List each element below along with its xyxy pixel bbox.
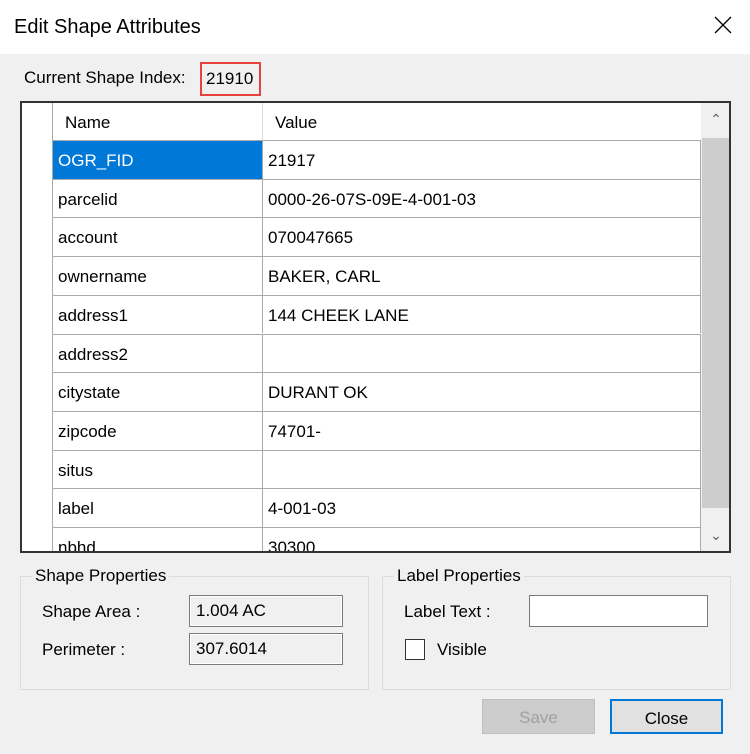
cell-value[interactable]: 0000-26-07S-09E-4-001-03 bbox=[263, 179, 701, 218]
table-row[interactable]: OGR_FID 21917 bbox=[53, 140, 701, 179]
label-text-input[interactable] bbox=[529, 595, 708, 627]
cell-name[interactable]: parcelid bbox=[53, 179, 263, 218]
cell-name[interactable]: OGR_FID bbox=[53, 141, 263, 179]
close-button[interactable]: Close bbox=[610, 699, 723, 734]
table-row[interactable]: account 070047665 bbox=[53, 217, 701, 257]
cell-value[interactable]: 21917 bbox=[263, 141, 701, 179]
label-properties-title: Label Properties bbox=[394, 566, 524, 586]
close-icon[interactable] bbox=[710, 12, 736, 38]
cell-name[interactable]: nbhd bbox=[53, 528, 263, 551]
table-row[interactable]: label 4-001-03 bbox=[53, 488, 701, 527]
table-row[interactable]: parcelid 0000-26-07S-09E-4-001-03 bbox=[53, 178, 701, 218]
cell-name[interactable]: zipcode bbox=[53, 411, 263, 450]
cell-value[interactable]: DURANT OK bbox=[263, 373, 701, 411]
visible-checkbox[interactable] bbox=[405, 639, 425, 660]
label-text-label: Label Text : bbox=[404, 602, 491, 621]
scroll-down-icon[interactable]: ⌄ bbox=[701, 527, 729, 544]
table-row[interactable]: zipcode 74701- bbox=[53, 410, 701, 450]
cell-value[interactable]: 30300 bbox=[263, 528, 701, 551]
title-bar: Edit Shape Attributes bbox=[0, 0, 750, 54]
cell-name[interactable]: account bbox=[53, 218, 263, 257]
table-row[interactable]: situs bbox=[53, 449, 701, 489]
cell-name[interactable]: address1 bbox=[53, 295, 263, 334]
cell-name[interactable]: address2 bbox=[53, 334, 263, 373]
shape-properties-title: Shape Properties bbox=[32, 566, 170, 586]
row-header-column bbox=[22, 103, 53, 551]
cell-value[interactable]: BAKER, CARL bbox=[263, 257, 701, 295]
cell-value[interactable] bbox=[263, 334, 701, 373]
attribute-grid[interactable]: Name Value OGR_FID 21917 parcelid 0000-26-0… bbox=[20, 101, 731, 553]
save-button[interactable]: Save bbox=[482, 699, 595, 734]
cell-value[interactable] bbox=[263, 450, 701, 489]
table-row[interactable]: address2 bbox=[53, 333, 701, 373]
vertical-scrollbar[interactable]: ⌃ ⌄ bbox=[701, 103, 729, 551]
shape-area-label: Shape Area : bbox=[42, 602, 141, 621]
shape-area-field[interactable]: 1.004 AC bbox=[189, 595, 343, 627]
current-index-value: 21910 bbox=[200, 62, 261, 96]
cell-name[interactable]: label bbox=[53, 489, 263, 527]
cell-value[interactable]: 070047665 bbox=[263, 218, 701, 257]
grid-header: Name Value bbox=[53, 103, 701, 140]
current-index-label: Current Shape Index: bbox=[24, 68, 186, 87]
table-row[interactable]: address1 144 CHEEK LANE bbox=[53, 294, 701, 334]
cell-value[interactable]: 144 CHEEK LANE bbox=[263, 295, 701, 334]
cell-name[interactable]: situs bbox=[53, 450, 263, 489]
window-title: Edit Shape Attributes bbox=[14, 16, 201, 38]
perimeter-label: Perimeter : bbox=[42, 640, 126, 659]
cell-value[interactable]: 4-001-03 bbox=[263, 489, 701, 527]
table-row[interactable]: citystate DURANT OK bbox=[53, 372, 701, 411]
visible-label[interactable]: Visible bbox=[437, 640, 487, 660]
perimeter-field[interactable]: 307.6014 bbox=[189, 633, 343, 665]
cell-name[interactable]: citystate bbox=[53, 373, 263, 411]
scrollbar-thumb[interactable] bbox=[702, 138, 729, 508]
column-header-name[interactable]: Name bbox=[53, 103, 263, 140]
label-properties-group bbox=[382, 576, 731, 690]
cell-value[interactable]: 74701- bbox=[263, 411, 701, 450]
cell-name[interactable]: ownername bbox=[53, 257, 263, 295]
table-row[interactable]: ownername BAKER, CARL bbox=[53, 256, 701, 295]
column-header-value[interactable]: Value bbox=[263, 103, 317, 140]
table-row[interactable]: nbhd 30300 bbox=[53, 527, 701, 551]
scroll-up-icon[interactable]: ⌃ bbox=[701, 111, 729, 128]
